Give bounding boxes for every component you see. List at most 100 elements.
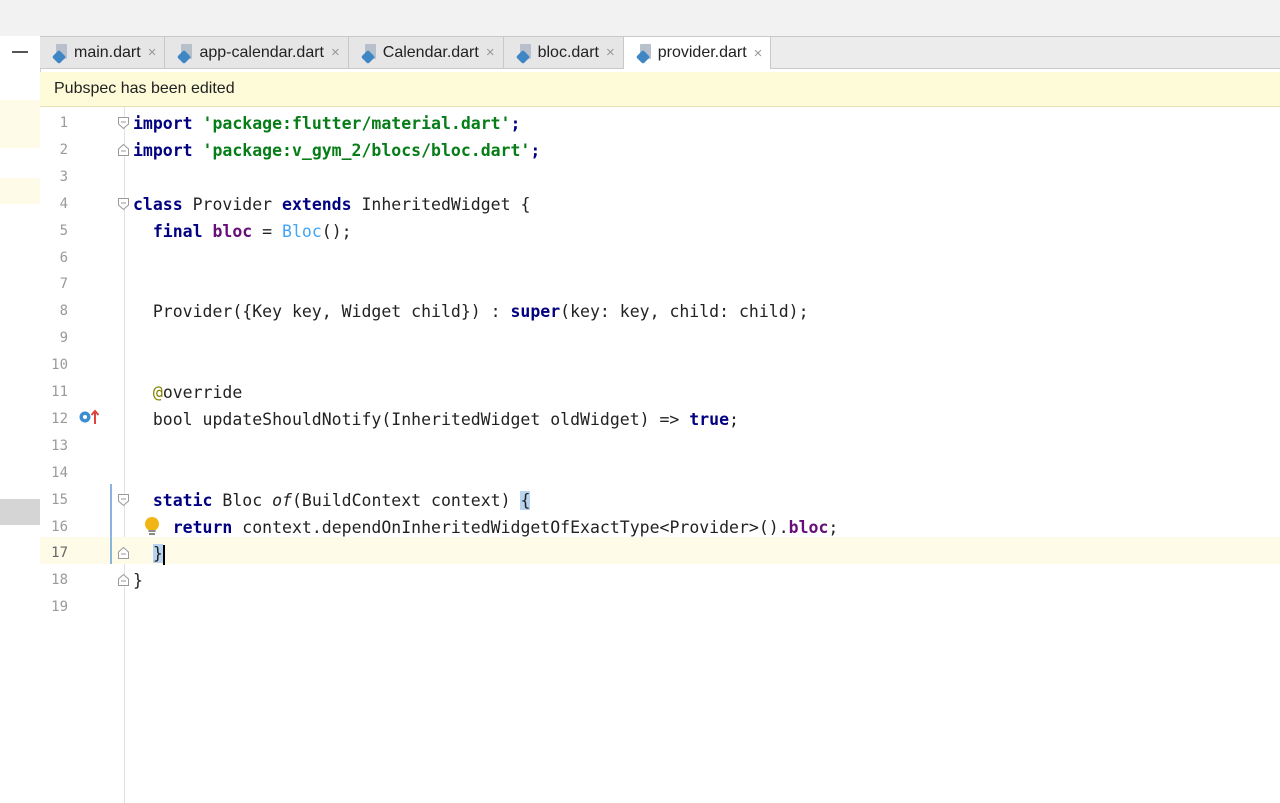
code-line[interactable]: } <box>133 567 143 594</box>
tab-label: app-calendar.dart <box>199 43 324 61</box>
tab-provider-dart[interactable]: provider.dart × <box>623 37 772 69</box>
line-number: 1 <box>59 115 68 131</box>
line-number: 10 <box>51 357 68 374</box>
implements-override-icon[interactable] <box>78 408 102 426</box>
code-token: @ <box>152 383 163 402</box>
tab-bloc-dart[interactable]: bloc.dart × <box>503 37 624 68</box>
close-icon[interactable]: × <box>606 44 615 61</box>
pubspec-notification-bar: Pubspec has been edited <box>40 72 1280 107</box>
code-token: Bloc <box>222 490 273 510</box>
line-number: 4 <box>59 195 68 212</box>
code-line[interactable]: import 'package:flutter/material.dart'; <box>133 110 520 137</box>
code-token: (); <box>321 221 352 241</box>
line-number: 6 <box>59 249 68 266</box>
code-token: 'package:v_gym_2/blocs/bloc.dart' <box>202 140 531 160</box>
tab-Calendar-dart[interactable]: Calendar.dart × <box>348 37 504 68</box>
code-token: = <box>252 221 283 241</box>
tab-label: Calendar.dart <box>382 43 479 61</box>
line-number: 17 <box>51 545 68 562</box>
dart-file-icon <box>635 44 654 65</box>
line-number: 8 <box>59 303 68 320</box>
code-token: override <box>162 383 243 402</box>
fold-close-icon[interactable] <box>118 574 129 587</box>
code-token: { <box>520 490 531 510</box>
code-line[interactable]: @override <box>133 379 242 406</box>
code-token: Bloc <box>282 221 322 241</box>
title-bar <box>0 0 1280 36</box>
line-number: 18 <box>51 572 68 589</box>
fold-close-icon[interactable] <box>118 143 129 156</box>
intention-bulb-icon[interactable] <box>143 516 161 538</box>
code-token: ; <box>510 114 521 133</box>
code-line[interactable]: static Bloc of(BuildContext context) { <box>133 487 531 514</box>
notification-text: Pubspec has been edited <box>54 80 235 97</box>
code-token: (BuildContext context) <box>291 490 521 510</box>
line-number: 11 <box>51 384 68 400</box>
text-cursor <box>162 544 165 565</box>
project-panel-strip <box>0 36 41 803</box>
code-token: InheritedWidget { <box>361 194 531 214</box>
tab-label: bloc.dart <box>537 43 599 61</box>
dart-file-icon <box>515 43 534 64</box>
line-number: 2 <box>59 141 68 158</box>
code-token: return <box>172 517 243 537</box>
code-token: (key: key, child: child); <box>560 302 809 322</box>
code-line[interactable]: Provider({Key key, Widget child}) : supe… <box>133 298 809 325</box>
code-line[interactable]: return context.dependOnInheritedWidgetOf… <box>133 514 839 541</box>
code-token: super <box>510 302 561 322</box>
code-token: Provider <box>192 194 283 214</box>
dart-file-icon <box>360 43 379 64</box>
code-token: ; <box>828 517 839 537</box>
close-icon[interactable]: × <box>331 44 340 61</box>
code-line[interactable]: } <box>133 540 165 567</box>
scope-indicator <box>110 484 112 564</box>
line-number: 7 <box>59 276 68 293</box>
minus-icon <box>12 51 28 53</box>
code-token: ; <box>729 409 739 429</box>
code-line[interactable]: class Provider extends InheritedWidget { <box>133 191 530 218</box>
line-number: 14 <box>51 464 68 481</box>
code-line[interactable]: final bloc = Bloc(); <box>133 218 352 245</box>
code-token: } <box>152 544 163 564</box>
tab-label: provider.dart <box>657 44 747 61</box>
fold-open-icon[interactable] <box>118 493 129 506</box>
line-number: 5 <box>59 222 68 239</box>
code-token: bloc <box>788 517 829 537</box>
code-line[interactable]: import 'package:v_gym_2/blocs/bloc.dart'… <box>133 137 540 164</box>
code-token: Provider({Key key, Widget child}) : <box>133 302 511 322</box>
code-token: bloc <box>212 221 253 241</box>
code-token: import <box>133 140 203 160</box>
line-number: 9 <box>59 330 68 347</box>
line-number: 3 <box>59 168 68 185</box>
line-number: 16 <box>51 518 68 535</box>
fold-close-icon[interactable] <box>118 547 129 560</box>
line-number: 15 <box>51 491 68 508</box>
dart-file-icon <box>177 43 195 64</box>
tab-label: main.dart <box>74 43 141 61</box>
code-token: class <box>133 194 193 214</box>
code-line[interactable]: bool updateShouldNotify(InheritedWidget … <box>133 406 739 433</box>
dart-file-icon <box>51 43 70 64</box>
close-icon[interactable]: × <box>754 45 763 62</box>
close-icon[interactable]: × <box>486 44 495 61</box>
code-token: extends <box>282 194 362 214</box>
code-token: } <box>133 571 143 591</box>
close-icon[interactable]: × <box>148 44 157 61</box>
code-token: 'package:flutter/material.dart' <box>202 114 511 133</box>
code-token: true <box>689 409 730 429</box>
code-token: ; <box>530 140 541 160</box>
panel-highlight <box>0 100 40 148</box>
tab-app-calendar-dart[interactable]: app-calendar.dart × <box>165 37 349 68</box>
line-number: 12 <box>51 410 68 427</box>
code-token: of <box>272 490 292 510</box>
fold-open-icon[interactable] <box>118 117 129 129</box>
fold-open-icon[interactable] <box>118 197 129 210</box>
panel-selection[interactable] <box>0 499 40 525</box>
code-token: bool updateShouldNotify(InheritedWidget … <box>133 409 690 429</box>
editor-tab-bar: main.dart × app-calendar.dart × Calendar.dar… <box>40 36 1280 69</box>
tab-main-dart[interactable]: main.dart × <box>40 37 166 68</box>
collapse-panel-button[interactable] <box>0 36 40 68</box>
